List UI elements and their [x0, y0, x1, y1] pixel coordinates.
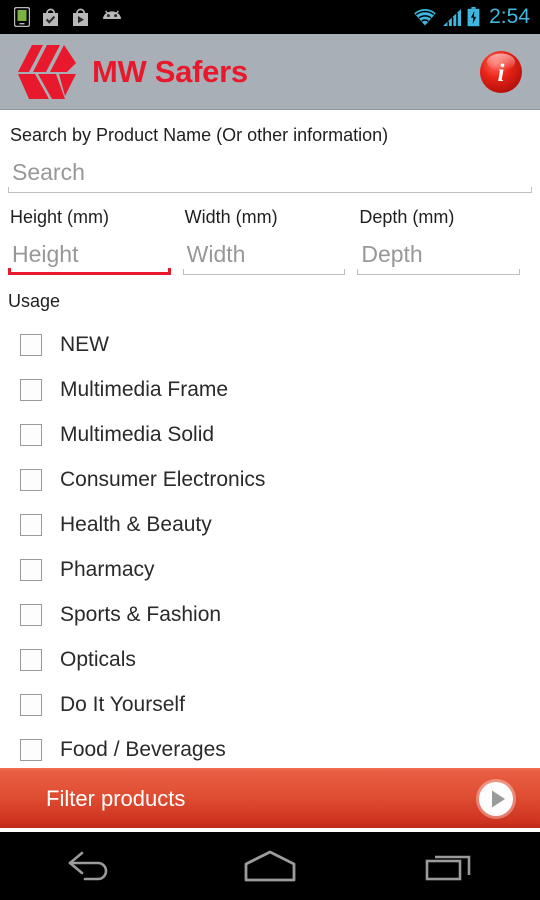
height-label: Height (mm)	[10, 207, 110, 227]
play-icon[interactable]	[474, 777, 518, 821]
usage-section-label: Usage	[8, 291, 61, 311]
checkbox-icon[interactable]	[20, 603, 42, 626]
app-header: MW Safers i	[0, 34, 540, 110]
height-input-placeholder: Height	[12, 241, 79, 267]
back-button[interactable]	[0, 832, 180, 900]
depth-input[interactable]: Depth	[357, 237, 521, 275]
usage-item-health-beauty[interactable]: Health & Beauty	[0, 502, 540, 547]
usage-item-pharmacy[interactable]: Pharmacy	[0, 547, 540, 592]
search-input-underline	[8, 187, 532, 193]
android-navigation-bar	[0, 832, 540, 900]
width-input[interactable]: Width	[182, 237, 346, 275]
checkbox-icon[interactable]	[20, 513, 42, 536]
search-block: Search by Product Name (Or other informa…	[0, 111, 540, 193]
checkbox-icon[interactable]	[20, 378, 42, 401]
page-title: MW Safers	[92, 53, 248, 89]
filter-form: Search by Product Name (Or other informa…	[0, 111, 540, 768]
filter-products-label: Filter products	[46, 786, 186, 811]
usage-item-label: Consumer Electronics	[60, 467, 266, 491]
recent-apps-icon	[425, 855, 471, 881]
checkbox-icon[interactable]	[20, 558, 42, 581]
search-input[interactable]: Search	[8, 155, 532, 193]
app-root: 2:54 MW Safers i Search by Product Name …	[0, 0, 540, 900]
status-system-icons: 2:54	[413, 5, 530, 29]
dimension-row: Height (mm) Height Width (mm) Width Dept…	[0, 193, 540, 275]
usage-item-label: Pharmacy	[60, 557, 155, 581]
depth-input-placeholder: Depth	[361, 241, 423, 267]
status-bar: 2:54	[0, 0, 540, 34]
usage-checkbox-list: NEW Multimedia Frame Multimedia Solid Co…	[0, 312, 540, 768]
status-notification-icons	[14, 7, 123, 27]
mw-hexagon-logo	[18, 44, 76, 99]
wifi-icon	[414, 8, 436, 25]
usage-item-label: Sports & Fashion	[60, 602, 222, 626]
bag-play-icon	[73, 8, 88, 26]
home-icon	[244, 850, 296, 882]
usage-item-label: Multimedia Solid	[60, 422, 215, 446]
battery-charging-icon	[467, 7, 480, 27]
height-input-underline	[8, 268, 171, 275]
usage-item-label: Food / Beverages	[60, 737, 226, 761]
checkbox-icon[interactable]	[20, 468, 42, 491]
checkbox-icon[interactable]	[20, 648, 42, 671]
svg-text:i: i	[498, 60, 505, 87]
usage-item-sports-fashion[interactable]: Sports & Fashion	[0, 592, 540, 637]
back-icon	[68, 851, 108, 881]
status-clock: 2:54	[489, 5, 530, 28]
usage-item-food-beverages[interactable]: Food / Beverages	[0, 727, 540, 768]
depth-field-cell: Depth (mm) Depth	[357, 207, 532, 275]
usage-item-multimedia-frame[interactable]: Multimedia Frame	[0, 367, 540, 412]
usage-item-opticals[interactable]: Opticals	[0, 637, 540, 682]
signal-icon	[443, 8, 462, 26]
width-label: Width (mm)	[184, 207, 278, 227]
filter-products-button[interactable]: Filter products	[0, 768, 540, 828]
usage-item-consumer-electronics[interactable]: Consumer Electronics	[0, 457, 540, 502]
checkbox-icon[interactable]	[20, 693, 42, 716]
height-field-cell: Height (mm) Height	[8, 207, 183, 275]
bag-check-icon	[43, 8, 58, 26]
info-icon[interactable]: i	[478, 49, 524, 95]
usage-item-new[interactable]: NEW	[0, 322, 540, 367]
usage-item-label: NEW	[60, 332, 109, 356]
depth-label: Depth (mm)	[359, 207, 455, 227]
usage-item-label: Health & Beauty	[60, 512, 212, 536]
home-button[interactable]	[180, 832, 360, 900]
android-icon	[103, 10, 121, 19]
usage-item-do-it-yourself[interactable]: Do It Yourself	[0, 682, 540, 727]
checkbox-icon[interactable]	[20, 423, 42, 446]
usb-phone-icon	[14, 7, 30, 27]
width-input-placeholder: Width	[186, 241, 246, 267]
search-label: Search by Product Name (Or other informa…	[10, 125, 389, 145]
width-field-cell: Width (mm) Width	[182, 207, 358, 275]
checkbox-icon[interactable]	[20, 738, 42, 761]
usage-item-label: Do It Yourself	[60, 692, 185, 716]
height-input[interactable]: Height	[8, 237, 171, 275]
depth-input-underline	[357, 269, 521, 275]
usage-item-label: Multimedia Frame	[60, 377, 229, 401]
checkbox-icon[interactable]	[20, 333, 42, 356]
usage-item-label: Opticals	[60, 647, 136, 671]
width-input-underline	[182, 269, 346, 275]
recent-apps-button[interactable]	[360, 832, 540, 900]
search-input-placeholder: Search	[12, 159, 85, 185]
usage-item-multimedia-solid[interactable]: Multimedia Solid	[0, 412, 540, 457]
